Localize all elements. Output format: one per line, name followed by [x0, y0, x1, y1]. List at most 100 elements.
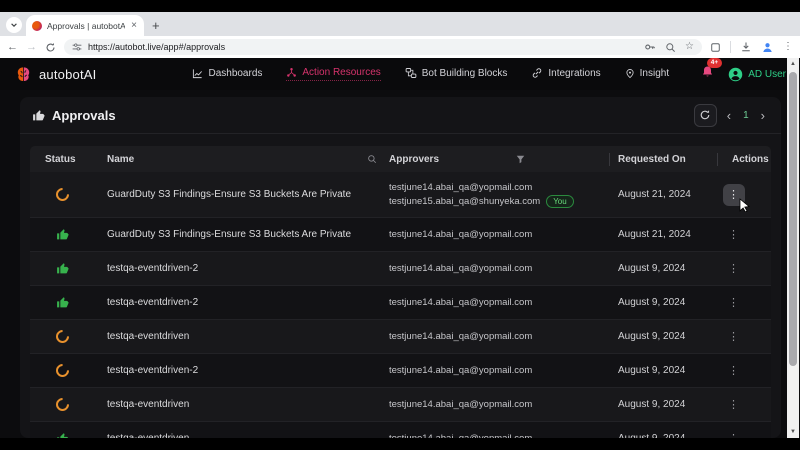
table-row[interactable]: testqa-eventdriven-2 testjune14.abai_qa@…	[30, 353, 771, 387]
address-bar[interactable]: https://autobot.live/app#/approvals ☆	[64, 39, 702, 55]
page-title: Approvals	[52, 107, 116, 123]
zoom-icon[interactable]	[665, 42, 676, 53]
pin-icon	[626, 68, 634, 78]
app-header: autobotAI Dashboards Action Resources Bo…	[0, 58, 800, 90]
chevron-down-icon	[11, 23, 17, 27]
column-header-name[interactable]: Name	[95, 146, 385, 172]
prev-page-icon[interactable]: ‹	[727, 109, 731, 122]
refresh-button[interactable]	[693, 103, 717, 127]
row-actions-menu-button[interactable]: ⋮	[723, 394, 745, 416]
card-title-row: Approvals ‹ 1 ›	[20, 97, 781, 134]
profile-avatar-icon[interactable]	[761, 41, 774, 54]
next-page-icon[interactable]: ›	[761, 109, 765, 122]
site-settings-icon[interactable]	[72, 42, 82, 52]
table-body: GuardDuty S3 Findings-Ensure S3 Buckets …	[30, 172, 771, 438]
approvers-cell: testjune14.abai_qa@yopmail.com	[385, 396, 610, 414]
table-row[interactable]: GuardDuty S3 Findings-Ensure S3 Buckets …	[30, 217, 771, 251]
row-actions-menu-button[interactable]: ⋮	[723, 428, 745, 438]
download-icon[interactable]	[740, 41, 752, 53]
nav-label: Integrations	[548, 67, 601, 79]
nav-item-integrations[interactable]: Integrations	[531, 67, 601, 81]
notifications-button[interactable]: 4+	[701, 58, 723, 83]
blocks-icon	[405, 68, 417, 78]
column-header-requested-on[interactable]: Requested On	[610, 146, 718, 172]
requested-on-date: August 9, 2024	[618, 365, 686, 376]
page-scrollbar[interactable]: ▲ ▼	[787, 58, 799, 438]
table-row[interactable]: testqa-eventdriven testjune14.abai_qa@yo…	[30, 319, 771, 353]
title-tools: ‹ 1 ›	[693, 103, 769, 127]
column-label: Actions	[732, 153, 769, 165]
column-header-approvers[interactable]: Approvers	[385, 146, 610, 172]
search-icon[interactable]	[367, 154, 377, 164]
browser-menu-icon[interactable]: ⋮	[783, 42, 793, 52]
table-row[interactable]: testqa-eventdriven testjune14.abai_qa@yo…	[30, 387, 771, 421]
table-header-row: Status Name Approvers Requested On Actio…	[30, 146, 771, 172]
approvals-table: Status Name Approvers Requested On Actio…	[30, 146, 771, 438]
scrollbar-up-icon[interactable]: ▲	[787, 58, 799, 70]
brand-name: autobotAI	[39, 66, 97, 82]
tab-search-button[interactable]	[6, 17, 22, 33]
bookmark-star-icon[interactable]: ☆	[685, 42, 694, 52]
mouse-cursor-icon	[739, 197, 750, 212]
requested-on-date: August 9, 2024	[618, 263, 686, 274]
table-row[interactable]: testqa-eventdriven-2 testjune14.abai_qa@…	[30, 285, 771, 319]
nav-item-dashboards[interactable]: Dashboards	[192, 68, 262, 81]
approval-name: testqa-eventdriven	[107, 399, 190, 410]
column-header-status[interactable]: Status	[30, 146, 95, 172]
site-favicon	[32, 20, 42, 31]
chart-icon	[193, 68, 203, 78]
nav-label: Bot Building Blocks	[421, 67, 508, 79]
table-row[interactable]: GuardDuty S3 Findings-Ensure S3 Buckets …	[30, 172, 771, 217]
table-row[interactable]: testqa-eventdriven testjune14.abai_qa@yo…	[30, 421, 771, 438]
nav-item-bot-building-blocks[interactable]: Bot Building Blocks	[405, 67, 508, 81]
nav-label: Dashboards	[208, 67, 263, 79]
status-cell	[30, 228, 95, 241]
approved-thumbs-up-icon	[57, 263, 69, 274]
brand[interactable]: autobotAI	[14, 65, 96, 84]
status-cell	[30, 361, 95, 380]
column-label: Name	[107, 153, 135, 165]
nav-item-action-resources[interactable]: Action Resources	[286, 67, 381, 81]
url-text[interactable]: https://autobot.live/app#/approvals	[88, 42, 638, 52]
approvers-cell: testjune14.abai_qa@yopmail.com	[385, 260, 610, 278]
reload-icon[interactable]	[45, 42, 56, 53]
browser-tab[interactable]: Approvals | autobotAI ×	[26, 15, 144, 36]
window-top-bar	[0, 0, 800, 12]
status-cell	[30, 296, 95, 309]
link-icon	[533, 68, 542, 78]
approval-name: testqa-eventdriven-2	[107, 263, 199, 274]
password-key-icon[interactable]	[644, 41, 656, 53]
forward-icon[interactable]: →	[26, 41, 37, 53]
requested-on-date: August 9, 2024	[618, 331, 686, 342]
column-label: Approvers	[389, 153, 440, 165]
row-actions-menu-button[interactable]: ⋮	[723, 258, 745, 280]
row-actions-menu-button[interactable]: ⋮	[723, 224, 745, 246]
scrollbar-down-icon[interactable]: ▼	[787, 426, 799, 438]
toolbar-divider	[730, 41, 731, 53]
column-label: Requested On	[618, 153, 686, 165]
row-actions-menu-button[interactable]: ⋮	[723, 360, 745, 382]
requested-on-date: August 21, 2024	[618, 229, 691, 240]
scrollbar-thumb[interactable]	[789, 72, 797, 366]
approver-email: testjune14.abai_qa@yopmail.com	[389, 296, 533, 308]
nav-item-insight[interactable]: Insight	[625, 68, 669, 81]
approvers-cell: testjune14.abai_qa@yopmail.com	[385, 362, 610, 380]
user-name: AD User	[748, 68, 786, 80]
page-content: Approvals ‹ 1 › Status Name Approvers Re…	[0, 90, 800, 438]
back-icon[interactable]: ←	[7, 41, 18, 53]
extensions-icon[interactable]	[710, 42, 721, 53]
table-row[interactable]: testqa-eventdriven-2 testjune14.abai_qa@…	[30, 251, 771, 285]
screenshot-root: Approvals | autobotAI × + ← → https://au…	[0, 0, 800, 450]
approver-email: testjune14.abai_qa@yopmail.com	[389, 262, 533, 274]
approval-name: testqa-eventdriven	[107, 331, 190, 342]
logo-brain-icon	[17, 66, 30, 81]
user-menu[interactable]: AD User	[728, 67, 786, 82]
new-tab-button[interactable]: +	[152, 19, 160, 32]
row-actions-menu-button[interactable]: ⋮	[723, 326, 745, 348]
filter-icon[interactable]	[516, 155, 525, 164]
actions-cell: ⋮	[718, 183, 771, 212]
pending-spinner-icon	[53, 395, 72, 414]
tab-close-icon[interactable]: ×	[130, 20, 138, 31]
window-bottom-bar	[0, 438, 800, 450]
row-actions-menu-button[interactable]: ⋮	[723, 292, 745, 314]
